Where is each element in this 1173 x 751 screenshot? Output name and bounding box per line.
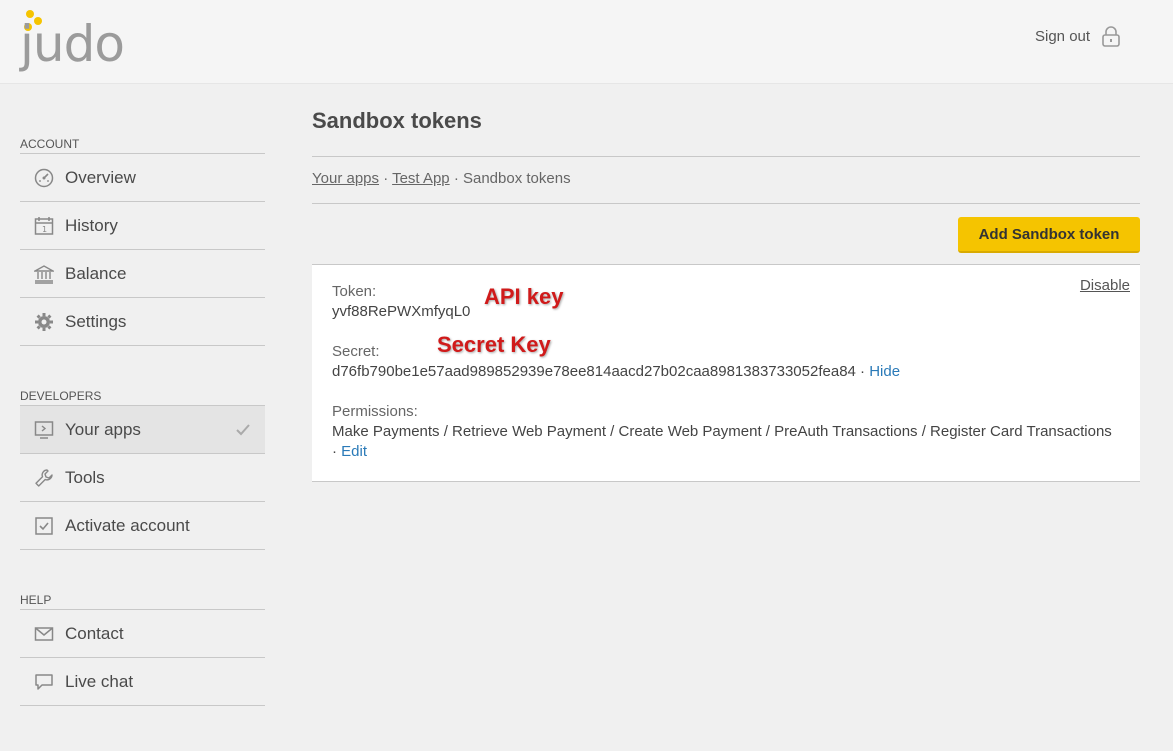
sidebar-item-label: Settings: [65, 311, 127, 331]
sign-out-button[interactable]: Sign out: [1035, 24, 1122, 48]
sidebar-section-account: ACCOUNT Overview 1 History Balance Setti…: [20, 134, 265, 346]
checkmark-icon: [235, 422, 251, 438]
dashboard-gauge-icon: [33, 167, 55, 189]
annotation-api-key: API key: [484, 284, 564, 309]
annotation-secret-key: Secret Key: [437, 332, 551, 357]
section-title: DEVELOPERS: [20, 386, 265, 406]
sidebar-item-label: Tools: [65, 467, 105, 487]
svg-text:1: 1: [42, 225, 47, 234]
secret-row: d76fb790be1e57aad989852939e78ee814aacd27…: [332, 363, 900, 380]
monitor-icon: [33, 419, 55, 441]
gear-icon: [33, 311, 55, 333]
breadcrumb-link-your-apps[interactable]: Your apps: [312, 170, 379, 187]
token-card: Disable Token: yvf88RePWXmfyqL0 Secret: …: [312, 264, 1140, 482]
link-separator: ·: [332, 443, 337, 460]
permissions-edit-row: · Edit: [332, 443, 367, 460]
disable-link[interactable]: Disable: [1080, 277, 1130, 294]
sidebar-item-label: Live chat: [65, 671, 134, 691]
sign-out-label: Sign out: [1035, 27, 1091, 45]
permissions-label: Permissions:: [332, 403, 418, 420]
sidebar-item-live-chat[interactable]: Live chat: [20, 658, 265, 706]
page-title: Sandbox tokens: [312, 108, 482, 133]
sidebar-item-contact[interactable]: Contact: [20, 610, 265, 658]
breadcrumb-link-test-app[interactable]: Test App: [392, 170, 450, 187]
top-header: judo Sign out: [0, 0, 1173, 84]
sidebar-item-overview[interactable]: Overview: [20, 154, 265, 202]
sidebar-item-activate-account[interactable]: Activate account: [20, 502, 265, 550]
link-separator: ·: [860, 363, 866, 380]
chat-bubble-icon: [33, 671, 55, 693]
logo-text: judo: [20, 15, 125, 73]
judo-logo[interactable]: judo: [20, 8, 130, 74]
sidebar-item-label: Contact: [65, 623, 124, 643]
token-value: yvf88RePWXmfyqL0: [332, 303, 471, 320]
sidebar-item-balance[interactable]: Balance: [20, 250, 265, 298]
permissions-value: Make Payments / Retrieve Web Payment / C…: [332, 423, 1112, 440]
divider: [312, 203, 1140, 204]
bank-icon: [33, 263, 55, 285]
envelope-icon: [33, 623, 55, 645]
sidebar-section-developers: DEVELOPERS Your apps Tools Activate acco…: [20, 386, 265, 550]
breadcrumb-separator: ·: [383, 170, 389, 187]
sidebar-item-tools[interactable]: Tools: [20, 454, 265, 502]
divider: [312, 156, 1140, 157]
hide-secret-link[interactable]: Hide: [869, 363, 900, 380]
edit-permissions-link[interactable]: Edit: [341, 443, 367, 460]
add-sandbox-token-button[interactable]: Add Sandbox token: [958, 217, 1140, 253]
sidebar-item-label: Activate account: [65, 515, 190, 535]
calendar-icon: 1: [33, 215, 55, 237]
sidebar-item-label: Your apps: [65, 419, 141, 439]
sidebar-item-settings[interactable]: Settings: [20, 298, 265, 346]
checkbox-icon: [33, 515, 55, 537]
sidebar-item-label: Overview: [65, 167, 136, 187]
sidebar-item-your-apps[interactable]: Your apps: [20, 406, 265, 454]
lock-icon: [1100, 25, 1122, 47]
wrench-icon: [33, 467, 55, 489]
secret-label: Secret:: [332, 343, 380, 360]
sidebar-item-label: History: [65, 215, 118, 235]
breadcrumb-separator: ·: [453, 170, 459, 187]
sidebar-item-label: Balance: [65, 263, 127, 283]
breadcrumb: Your apps · Test App · Sandbox tokens: [312, 170, 571, 187]
token-label: Token:: [332, 283, 377, 300]
section-title: HELP: [20, 590, 265, 610]
sidebar-section-help: HELP Contact Live chat: [20, 590, 265, 706]
sidebar-item-history[interactable]: 1 History: [20, 202, 265, 250]
section-title: ACCOUNT: [20, 134, 265, 154]
breadcrumb-current: Sandbox tokens: [462, 170, 571, 187]
secret-value: d76fb790be1e57aad989852939e78ee814aacd27…: [332, 363, 856, 380]
